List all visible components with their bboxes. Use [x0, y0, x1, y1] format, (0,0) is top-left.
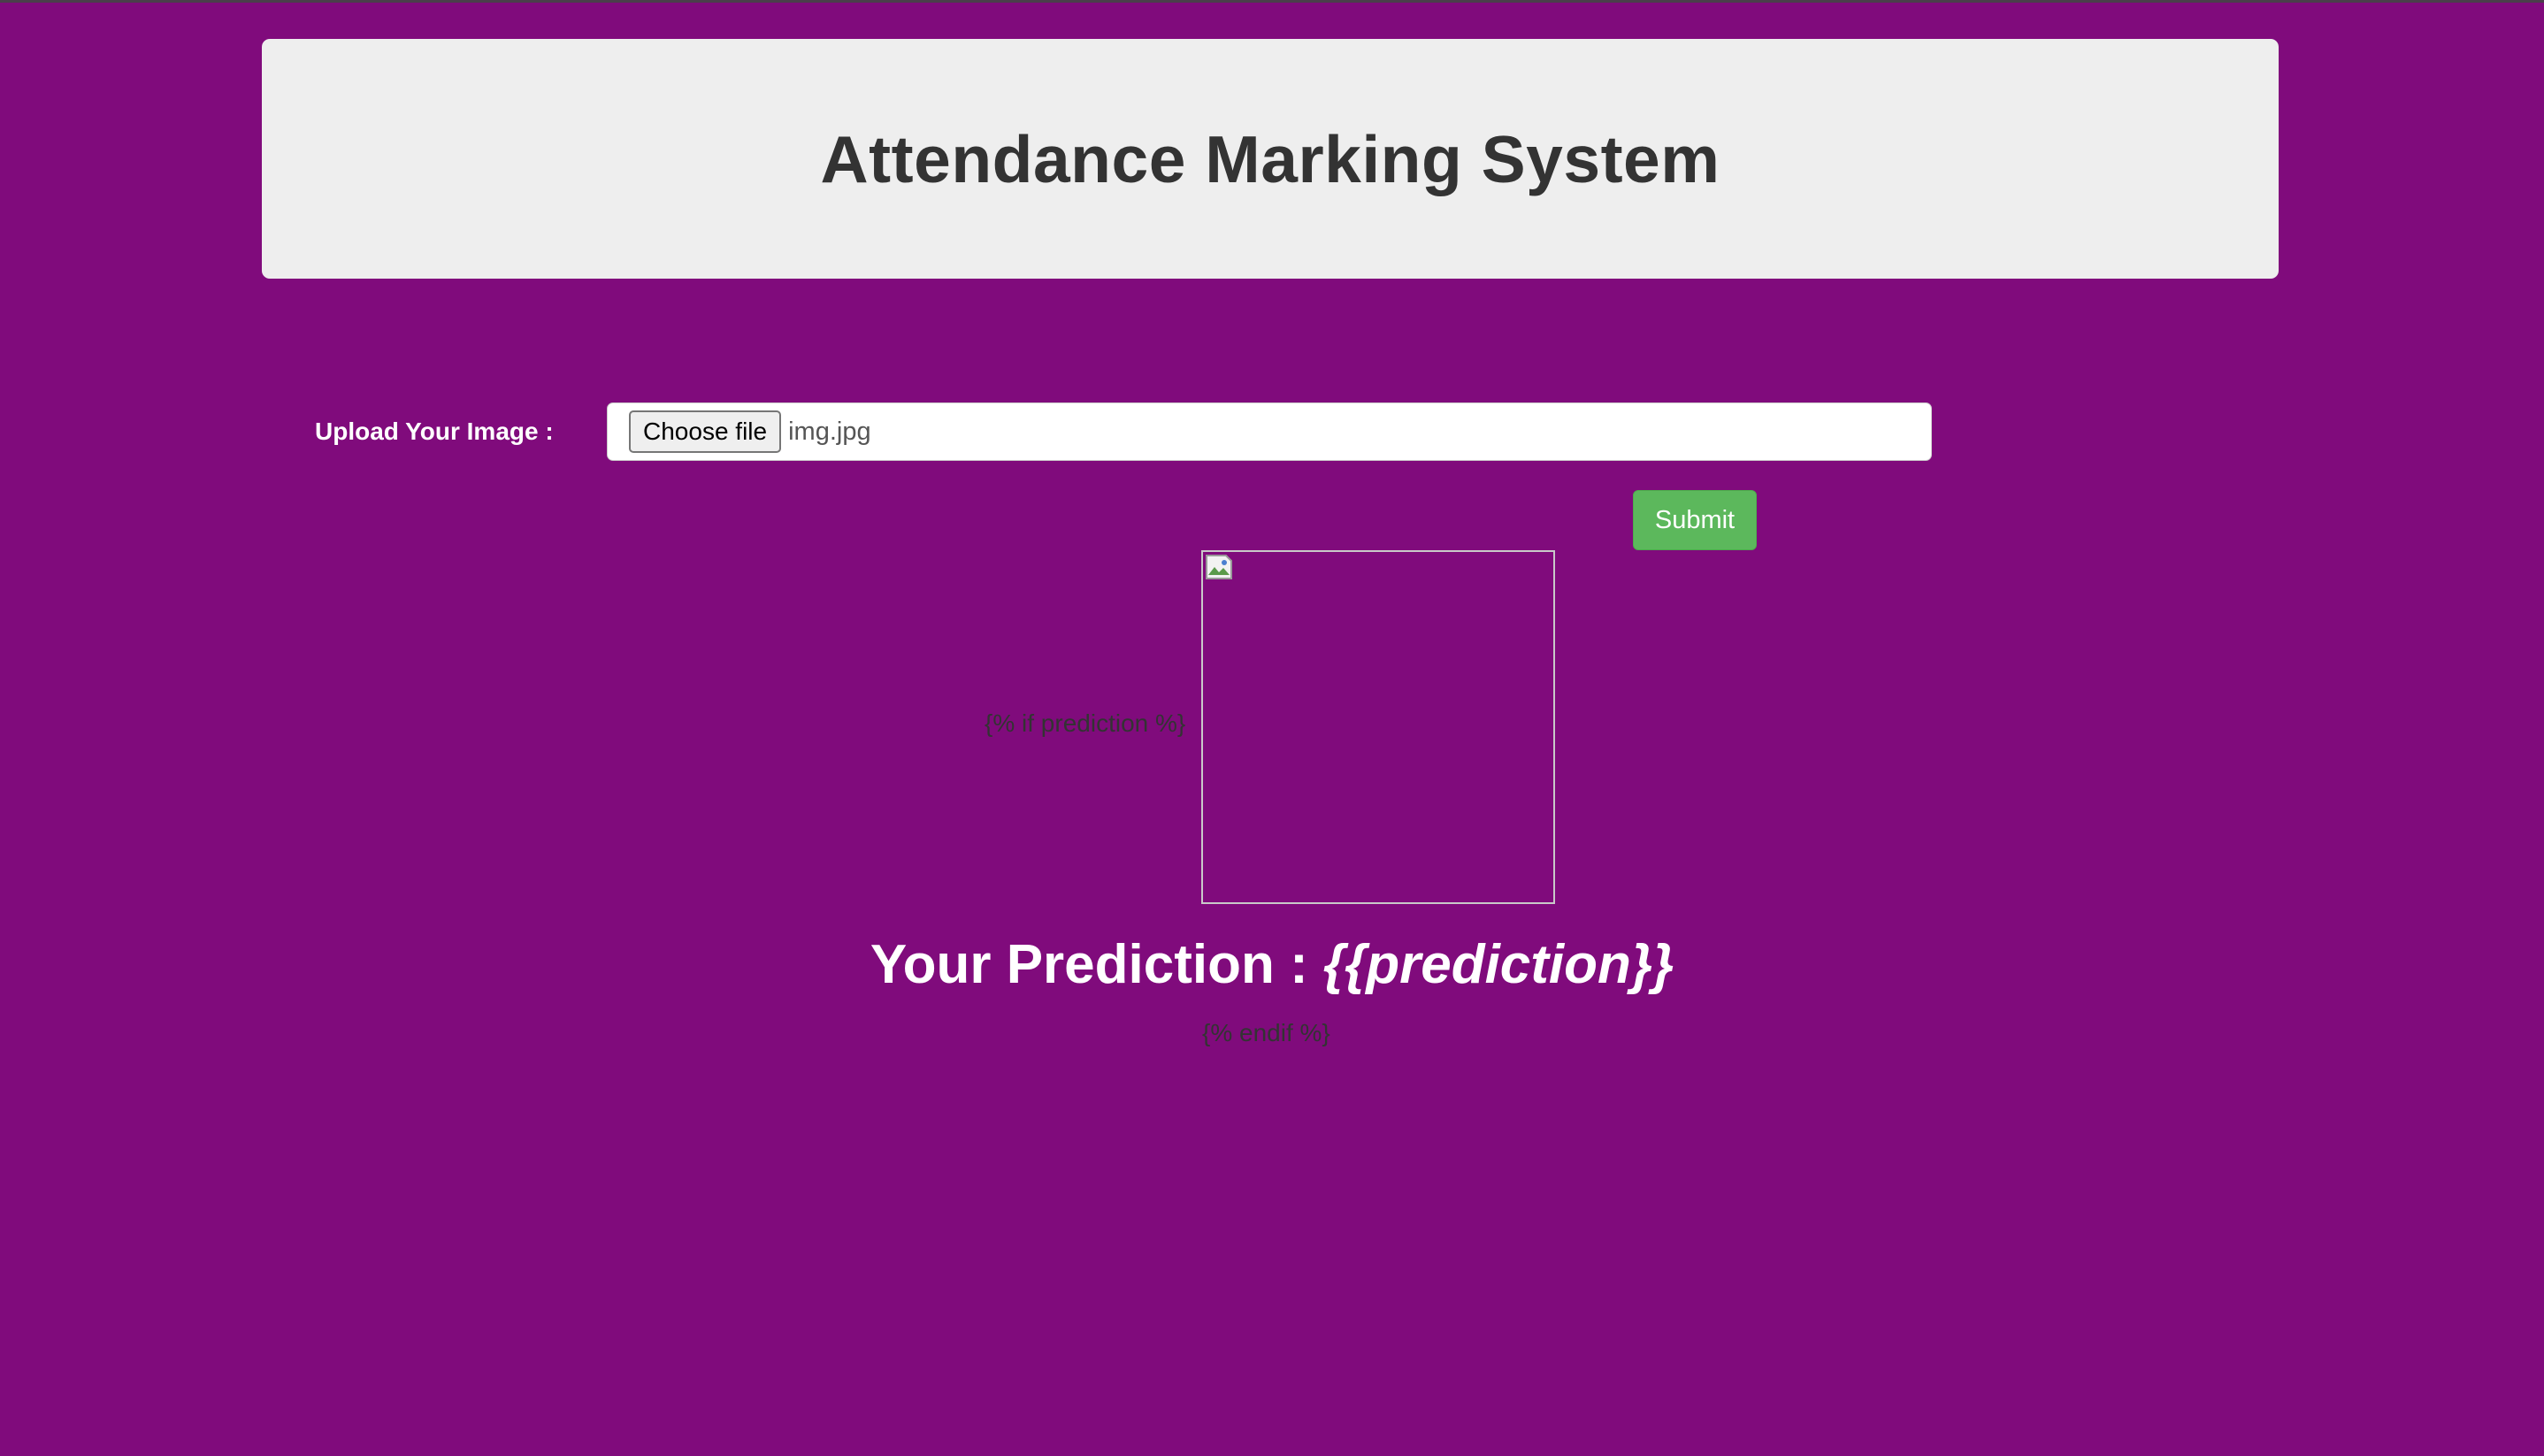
template-if-tag: {% if prediction %}: [985, 709, 1186, 737]
file-input[interactable]: Choose file img.jpg: [607, 402, 1932, 461]
top-border: [0, 0, 2544, 3]
header-card: Attendance Marking System: [262, 39, 2279, 279]
prediction-heading: Your Prediction : {{prediction}}: [0, 933, 2544, 996]
prediction-label: Your Prediction :: [870, 934, 1323, 995]
selected-file-name: img.jpg: [788, 417, 871, 446]
choose-file-button[interactable]: Choose file: [629, 410, 782, 453]
upload-label: Upload Your Image :: [315, 418, 554, 445]
prediction-value: {{prediction}}: [1322, 934, 1674, 995]
uploaded-image: [1201, 550, 1555, 904]
template-endif-tag: {% endif %}: [1202, 1019, 1330, 1046]
broken-image-icon: [1206, 555, 1232, 579]
page-title: Attendance Marking System: [820, 121, 1720, 196]
submit-button[interactable]: Submit: [1633, 490, 1757, 550]
